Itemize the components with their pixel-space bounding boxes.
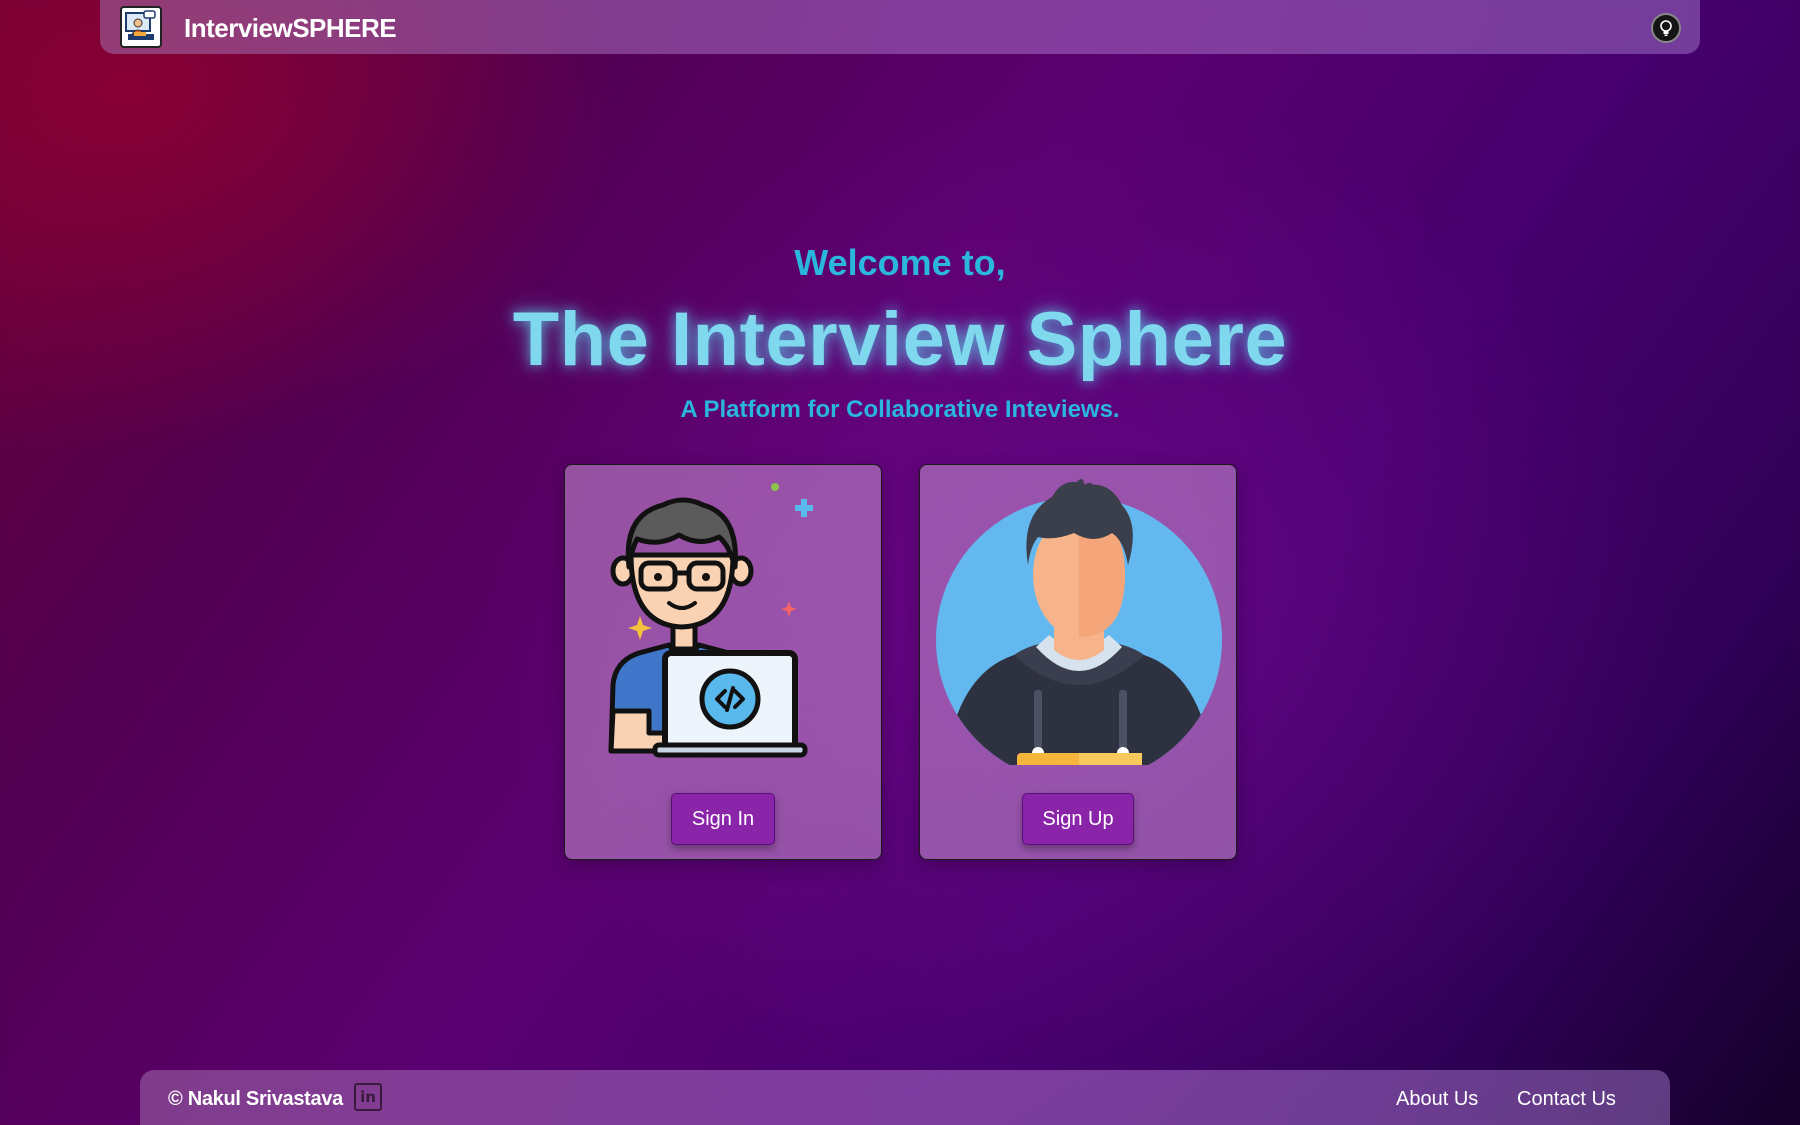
top-navbar: InterviewSPHERE [100, 0, 1700, 54]
signup-button[interactable]: Sign Up [1022, 793, 1134, 845]
developer-laptop-icon [579, 475, 869, 765]
signin-card: Sign In [564, 464, 882, 860]
page-subtitle: A Platform for Collaborative Inteviews. [680, 396, 1120, 423]
linkedin-icon-text: in [360, 1088, 376, 1106]
footer: © Nakul Srivastava in About Us Contact U… [140, 1070, 1670, 1125]
page-title: The Interview Sphere [512, 297, 1288, 382]
welcome-heading: Welcome to, [794, 242, 1006, 283]
lightbulb-icon[interactable] [1651, 13, 1681, 43]
contact-us-link[interactable]: Contact Us [1517, 1088, 1616, 1111]
footer-copyright: © Nakul Srivastava [168, 1088, 343, 1110]
brand-name[interactable]: InterviewSPHERE [184, 13, 397, 44]
interview-logo-icon[interactable] [120, 6, 162, 48]
linkedin-icon[interactable]: in [354, 1083, 382, 1111]
about-us-link[interactable]: About Us [1396, 1088, 1478, 1111]
user-avatar-icon [934, 475, 1224, 783]
signin-button[interactable]: Sign In [671, 793, 775, 845]
signup-card: Sign Up [919, 464, 1237, 860]
